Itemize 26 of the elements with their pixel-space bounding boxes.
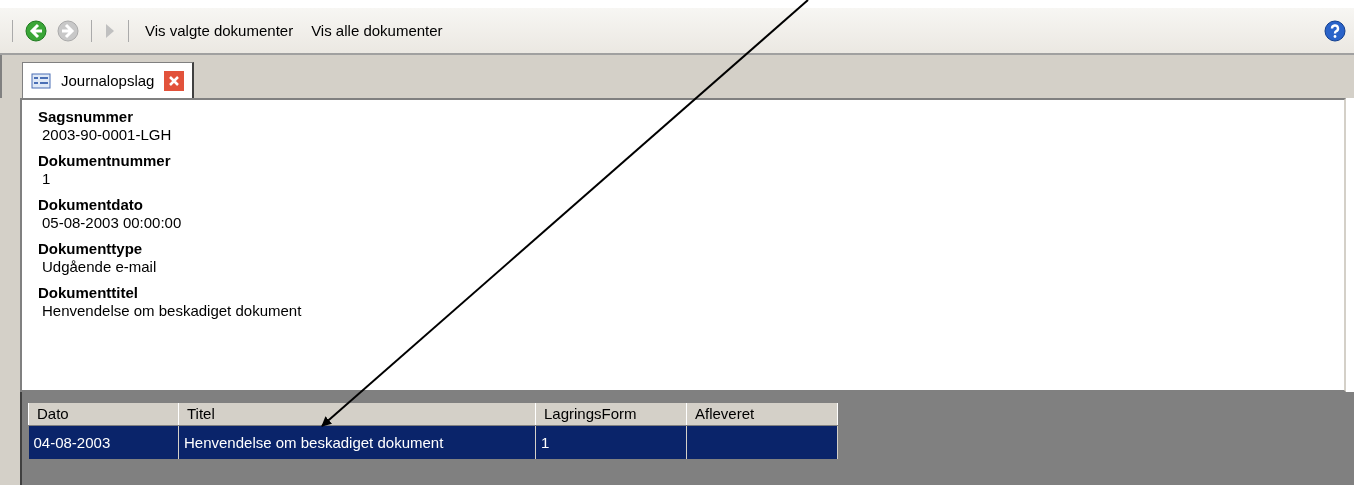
toolbar-button[interactable]: Vis alle dokumenter (305, 20, 449, 41)
field-label: Dokumenttype (38, 240, 144, 258)
field-value: 1 (41, 170, 52, 188)
tab-label: Journalopslag (61, 72, 155, 89)
field-value: Henvendelse om beskadiget dokument (41, 302, 303, 320)
field-value: 05-08-2003 00:00:00 (41, 214, 183, 232)
table-cell: 1 (535, 425, 687, 459)
close-icon[interactable] (164, 70, 185, 91)
column-header[interactable]: Dato (28, 403, 179, 425)
column-header[interactable]: Titel (178, 403, 536, 425)
field-label: Dokumenttitel (38, 284, 139, 302)
column-header[interactable]: Afleveret (686, 403, 838, 425)
back-button[interactable] (23, 17, 49, 44)
table-row[interactable]: 04-08-2003 Henvendelse om beskadiget dokument 1 (28, 425, 838, 459)
toolbar-button[interactable]: Vis valgte dokumenter (139, 20, 300, 41)
field-value: 2003-90-0001-LGH (41, 126, 173, 144)
column-header[interactable]: LagringsForm (535, 403, 687, 425)
form-icon (31, 72, 51, 89)
table-cell: 04-08-2003 (28, 425, 179, 459)
field-label: Dokumentnummer (38, 152, 172, 170)
field-label: Dokumentdato (38, 196, 144, 214)
field-label: Sagsnummer (38, 108, 135, 126)
help-icon[interactable] (1324, 19, 1346, 42)
field-value: Udgående e-mail (41, 258, 158, 276)
tab[interactable]: Journalopslag (22, 62, 195, 98)
table-cell: Henvendelse om beskadiget dokument (178, 425, 536, 459)
